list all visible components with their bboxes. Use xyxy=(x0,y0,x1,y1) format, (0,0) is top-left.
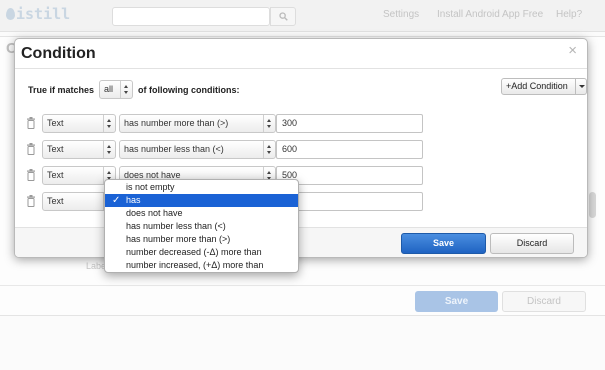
dropdown-option[interactable]: number decreased (-Δ) more than xyxy=(105,246,298,259)
match-suffix-label: of following conditions: xyxy=(138,85,240,95)
top-bar: istill Settings Install Android App Free… xyxy=(0,0,605,32)
option-label: has number less than (<) xyxy=(126,221,226,231)
select-arrows-icon xyxy=(263,141,275,158)
dropdown-option[interactable]: has number less than (<) xyxy=(105,220,298,233)
background-save-button[interactable]: Save xyxy=(415,291,498,312)
field-value: Text xyxy=(47,144,64,154)
condition-dialog: Condition × True if matches all of follo… xyxy=(14,38,588,258)
field-value: Text xyxy=(47,196,64,206)
select-arrows-icon xyxy=(120,81,132,98)
select-arrows-icon xyxy=(103,115,115,132)
condition-field-select[interactable]: Text xyxy=(42,114,116,133)
dropdown-option[interactable]: is not empty xyxy=(105,181,298,194)
operator-value: has number less than (<) xyxy=(124,144,224,154)
checkmark-icon: ✓ xyxy=(112,195,121,206)
search-icon xyxy=(279,12,288,21)
option-label: has number more than (>) xyxy=(126,234,231,244)
dropdown-option-selected[interactable]: ✓ has xyxy=(105,194,298,207)
background-discard-button[interactable]: Discard xyxy=(502,291,586,312)
option-label: has xyxy=(126,195,141,205)
drop-icon xyxy=(6,8,15,20)
background-scrollbar[interactable] xyxy=(589,192,596,218)
select-arrows-icon xyxy=(103,141,115,158)
condition-operator-select[interactable]: has number more than (>) xyxy=(119,114,276,133)
select-arrows-icon xyxy=(263,115,275,132)
operator-dropdown-menu: is not empty ✓ has does not have has numb… xyxy=(104,179,299,273)
trash-icon[interactable] xyxy=(26,169,36,181)
close-icon[interactable]: × xyxy=(568,42,577,59)
discard-button[interactable]: Discard xyxy=(490,233,574,254)
dialog-footer: Save Discard xyxy=(15,227,587,257)
save-button[interactable]: Save xyxy=(401,233,486,254)
option-label: does not have xyxy=(126,208,183,218)
add-condition-dropdown-toggle[interactable] xyxy=(576,78,587,95)
trash-icon[interactable] xyxy=(26,195,36,207)
trash-icon[interactable] xyxy=(26,143,36,155)
option-label: number increased, (+Δ) more than xyxy=(126,260,264,270)
logo-text: istill xyxy=(16,5,71,23)
option-label: number decreased (-Δ) more than xyxy=(126,247,262,257)
dropdown-option[interactable]: has number more than (>) xyxy=(105,233,298,246)
help-link[interactable]: Help? xyxy=(556,9,582,20)
dialog-header: Condition × xyxy=(15,39,587,69)
condition-value-input[interactable]: 300 xyxy=(276,114,423,133)
dialog-title: Condition xyxy=(21,45,96,62)
field-value: Text xyxy=(47,118,64,128)
condition-field-select[interactable]: Text xyxy=(42,140,116,159)
add-condition-button[interactable]: +Add Condition xyxy=(501,78,576,95)
distill-logo[interactable]: istill xyxy=(6,5,70,23)
option-label: is not empty xyxy=(126,182,175,192)
condition-operator-select[interactable]: has number less than (<) xyxy=(119,140,276,159)
match-mode-select[interactable]: all xyxy=(99,80,133,99)
search-button[interactable] xyxy=(270,7,296,26)
dropdown-option[interactable]: number increased, (+Δ) more than xyxy=(105,259,298,272)
condition-value-input[interactable]: 600 xyxy=(276,140,423,159)
field-value: Text xyxy=(47,170,64,180)
dropdown-option[interactable]: does not have xyxy=(105,207,298,220)
match-mode-value: all xyxy=(104,84,114,94)
background-divider xyxy=(0,285,605,286)
settings-link[interactable]: Settings xyxy=(383,9,419,20)
search-input[interactable] xyxy=(112,7,270,26)
install-android-app-link[interactable]: Install Android App Free xyxy=(437,9,543,20)
trash-icon[interactable] xyxy=(26,117,36,129)
operator-value: has number more than (>) xyxy=(124,118,229,128)
match-label: True if matches xyxy=(28,85,95,95)
